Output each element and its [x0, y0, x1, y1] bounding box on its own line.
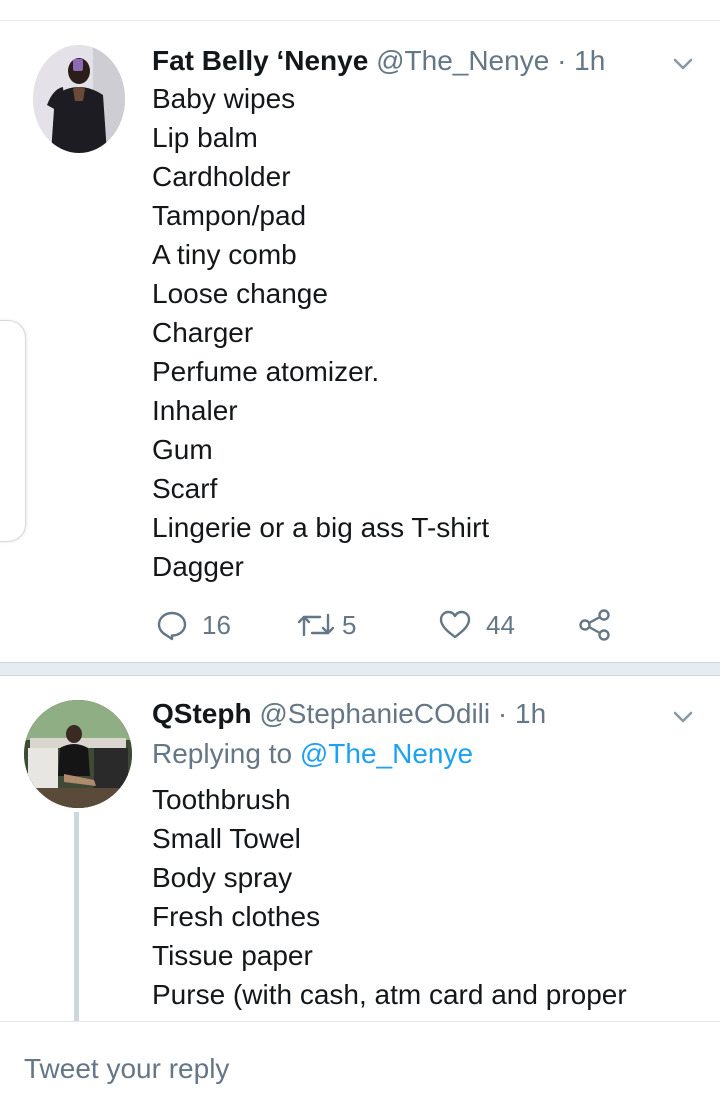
- retweet-count: 5: [342, 609, 357, 640]
- tweet-text-line: Cardholder: [152, 161, 291, 192]
- section-divider: [0, 662, 720, 676]
- tweet-text-line: Tampon/pad: [152, 200, 307, 231]
- share-button[interactable]: [578, 605, 612, 645]
- tweet-text-line: Tissue paper: [152, 940, 313, 971]
- tweet-text-line: Toothbrush: [152, 784, 291, 815]
- reply-icon: [156, 609, 188, 641]
- tweet-text-line: Lingerie or a big ass T-shirt: [152, 512, 490, 543]
- user-handle[interactable]: @The_Nenye: [376, 45, 549, 76]
- avatar-photo: [24, 700, 132, 808]
- tweet-text-line: Perfume atomizer.: [152, 356, 380, 387]
- separator-dot: ·: [497, 698, 508, 729]
- tweet-text-line: Lip balm: [152, 122, 258, 153]
- tweet-text: Toothbrush Small Towel Body spray Fresh …: [152, 780, 627, 1014]
- reply-composer[interactable]: Tweet your reply: [0, 1021, 720, 1096]
- tweet-header: QSteph @StephanieCOdili · 1h: [152, 697, 546, 731]
- like-button[interactable]: 44: [438, 605, 515, 645]
- chevron-down-icon[interactable]: [670, 51, 696, 77]
- timestamp[interactable]: 1h: [515, 698, 546, 729]
- tweet[interactable]: QSteph @StephanieCOdili · 1h Replying to…: [0, 676, 720, 1021]
- tweet-text-line: A tiny comb: [152, 239, 297, 270]
- tweet-text-line: Body spray: [152, 862, 293, 893]
- tweet-text-line: Scarf: [152, 473, 218, 504]
- retweet-button[interactable]: 5: [296, 605, 356, 645]
- tweet-text: Baby wipes Lip balm Cardholder Tampon/pa…: [152, 79, 489, 586]
- user-handle[interactable]: @StephanieCOdili: [259, 698, 490, 729]
- mention-link[interactable]: @The_Nenye: [300, 738, 473, 769]
- display-name[interactable]: Fat Belly ‘Nenye: [152, 45, 368, 76]
- tweet[interactable]: Fat Belly ‘Nenye @The_Nenye · 1h Baby wi…: [0, 21, 720, 662]
- tweet-header: Fat Belly ‘Nenye @The_Nenye · 1h: [152, 44, 605, 78]
- tweet-text-line: Gum: [152, 434, 213, 465]
- like-count: 44: [486, 609, 515, 640]
- tweet-text-line: Loose change: [152, 278, 328, 309]
- share-icon: [578, 608, 612, 642]
- reply-input[interactable]: Tweet your reply: [24, 1052, 229, 1086]
- tweet-text-line: Purse (with cash, atm card and proper: [152, 979, 627, 1010]
- chevron-down-icon[interactable]: [670, 704, 696, 730]
- tweet-text-line: Baby wipes: [152, 83, 296, 114]
- tweet-text-line: Fresh clothes: [152, 901, 321, 932]
- tweet-text-line: Charger: [152, 317, 254, 348]
- tweet-text-line: Small Towel: [152, 823, 301, 854]
- tweet-text-line: Inhaler: [152, 395, 238, 426]
- avatar[interactable]: [24, 700, 132, 808]
- thread-connector: [74, 812, 79, 1021]
- timestamp[interactable]: 1h: [574, 45, 605, 76]
- reply-button[interactable]: 16: [156, 605, 231, 645]
- like-icon: [438, 609, 472, 641]
- replying-to: Replying to @The_Nenye: [152, 737, 473, 771]
- display-name[interactable]: QSteph: [152, 698, 252, 729]
- reply-count: 16: [202, 609, 231, 640]
- replying-to-label: Replying to: [152, 738, 300, 769]
- retweet-icon: [296, 609, 336, 641]
- avatar-photo: [33, 45, 125, 153]
- avatar[interactable]: [33, 45, 125, 153]
- tweet-actions: 16 5 44: [152, 605, 632, 645]
- separator-dot: ·: [557, 45, 567, 76]
- tweet-text-line: Dagger: [152, 551, 244, 582]
